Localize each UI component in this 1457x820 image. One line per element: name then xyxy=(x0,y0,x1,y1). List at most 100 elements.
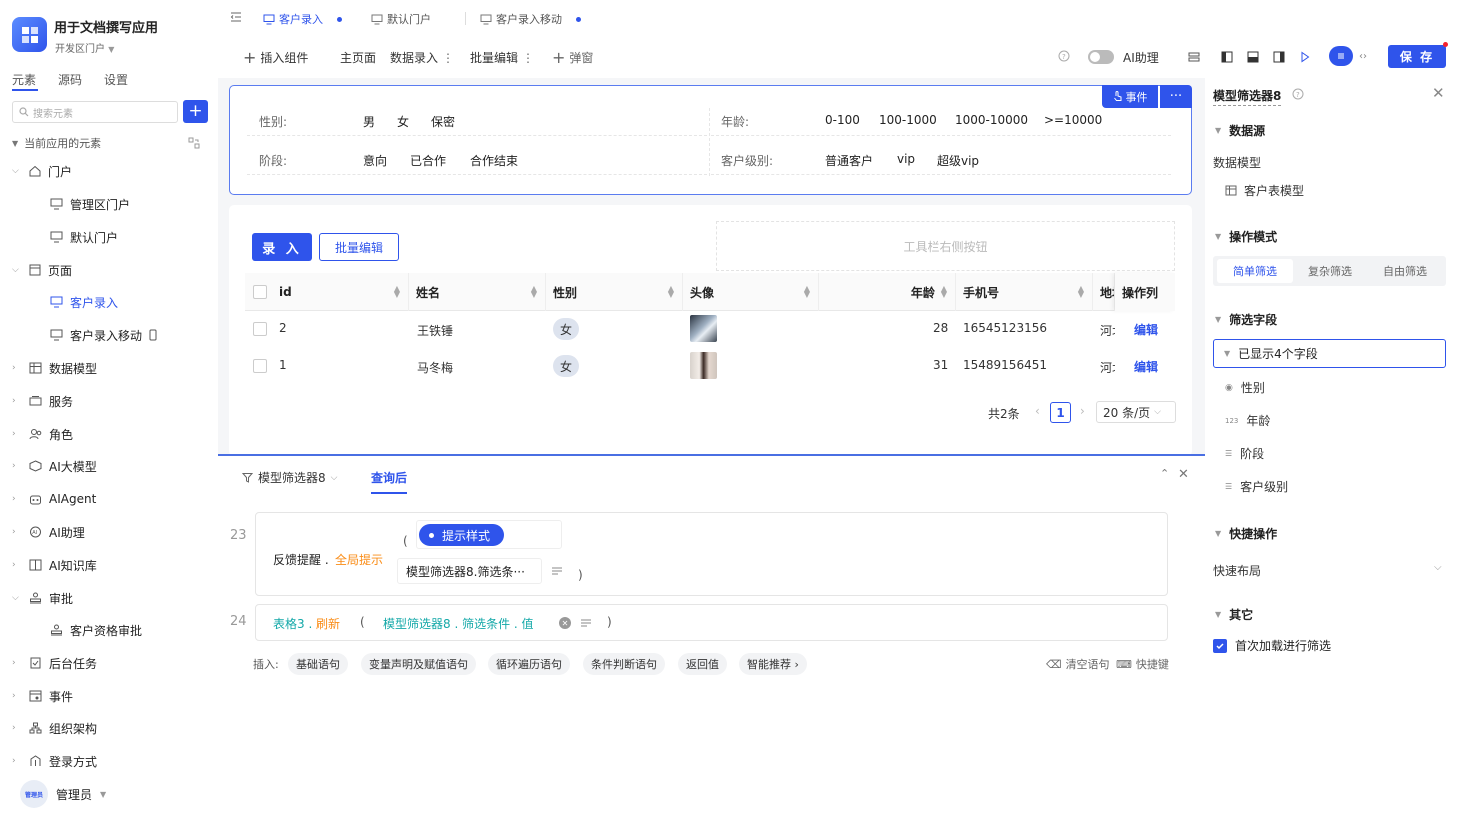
ai-assistant-toggle[interactable] xyxy=(1088,50,1114,64)
batch-edit-button[interactable]: 批量编辑 ⋮ xyxy=(470,49,534,66)
tree-item-background-tasks[interactable]: › 后台任务 xyxy=(12,653,97,673)
column-header-id[interactable]: id ▲ ▼ xyxy=(272,273,409,311)
data-model-value[interactable]: 客户表模型 xyxy=(1225,182,1304,199)
filter-option[interactable]: 保密 xyxy=(431,113,455,130)
insert-component-button[interactable]: + 插入组件 xyxy=(243,49,308,66)
column-header-address[interactable]: 地址 xyxy=(1093,273,1115,311)
code-method-global-tip[interactable]: 全局提示 xyxy=(335,551,383,568)
column-header-phone[interactable]: 手机号 ▲ ▼ xyxy=(956,273,1093,311)
component-title[interactable]: 模型筛选器8 xyxy=(1213,87,1282,106)
filter-option[interactable]: vip xyxy=(897,152,915,166)
locate-icon[interactable] xyxy=(188,137,200,149)
main-page-button[interactable]: 主页面 xyxy=(340,49,376,66)
insert-loop-statement[interactable]: 循环遍历语句 xyxy=(488,653,570,675)
component-selector[interactable]: 模型筛选器8 ⌵ xyxy=(242,469,337,486)
insert-variable-statement[interactable]: 变量声明及赋值语句 xyxy=(361,653,476,675)
tree-item-approval[interactable]: ⌵ 审批 xyxy=(12,588,73,608)
tree-item-login-methods[interactable]: › 登录方式 xyxy=(12,751,97,771)
column-header-gender[interactable]: 性别 ▲ ▼ xyxy=(546,273,683,311)
collapse-panel-icon[interactable]: ⌃ xyxy=(1160,467,1169,480)
section-quick-ops[interactable]: ▼ 快捷操作 xyxy=(1215,525,1277,542)
collapse-sidebar-icon[interactable] xyxy=(230,11,242,23)
code-method-refresh[interactable]: 刷新 xyxy=(316,615,340,632)
field-item-customer-level[interactable]: ☰ 客户级别 xyxy=(1225,478,1288,495)
section-operation-mode[interactable]: ▼ 操作模式 xyxy=(1215,228,1277,245)
tree-item-aiagent[interactable]: › AIAgent xyxy=(12,489,96,509)
tree-item-ai-assistant[interactable]: › AI AI助理 xyxy=(12,522,85,542)
clear-circle-icon[interactable]: ✕ xyxy=(559,617,571,629)
filter-option[interactable]: 意向 xyxy=(363,152,387,169)
code-icon[interactable]: ‹› xyxy=(1359,51,1367,62)
tab-customer-entry-mobile[interactable]: 客户录入移动 xyxy=(480,11,581,27)
shortcut-button[interactable]: ⌨ 快捷键 xyxy=(1116,656,1169,672)
field-item-stage[interactable]: ☰ 阶段 xyxy=(1225,445,1264,462)
column-header-name[interactable]: 姓名 ▲ ▼ xyxy=(409,273,546,311)
first-load-filter-checkbox[interactable]: 首次加载进行筛选 xyxy=(1213,637,1331,654)
data-table-component[interactable]: 录 入 批量编辑 工具栏右侧按钮 id ▲ ▼ 姓名 ▲ ▼ 性别 ▲ ▼ 头像 ▲ ▼ 年龄 ▲… xyxy=(229,205,1192,456)
prev-page-icon[interactable]: ‹ xyxy=(1035,404,1040,418)
filter-option[interactable]: 男 xyxy=(363,113,375,130)
filter-option[interactable]: 普通客户 xyxy=(825,152,873,169)
right-panel-icon[interactable] xyxy=(1273,51,1285,63)
row-checkbox[interactable] xyxy=(253,359,267,373)
help-icon[interactable]: ? xyxy=(1058,50,1070,62)
filter-option[interactable]: 女 xyxy=(397,113,409,130)
sort-icon[interactable]: ▲ ▼ xyxy=(941,285,947,299)
search-input[interactable]: 搜索元素 xyxy=(12,101,178,123)
page-number-current[interactable]: 1 xyxy=(1050,402,1071,423)
layout-icon[interactable] xyxy=(1188,51,1200,63)
next-page-icon[interactable]: › xyxy=(1080,404,1085,418)
sort-icon[interactable]: ▲ ▼ xyxy=(668,285,674,299)
section-data-source[interactable]: ▼ 数据源 xyxy=(1215,122,1265,139)
expression-icon[interactable] xyxy=(580,618,592,628)
filter-option[interactable]: 1000-10000 xyxy=(955,113,1028,127)
tree-item-admin-portal[interactable]: 管理区门户 xyxy=(50,194,130,214)
section-other[interactable]: ▼ 其它 xyxy=(1215,606,1253,623)
mode-free-filter[interactable]: 自由筛选 xyxy=(1367,259,1443,283)
edit-link[interactable]: 编辑 xyxy=(1134,358,1158,375)
clear-statements-button[interactable]: ⌫ 清空语句 xyxy=(1046,656,1110,672)
sidebar-tab-elements[interactable]: 元素 xyxy=(12,71,36,88)
field-item-age[interactable]: 123 年龄 xyxy=(1225,412,1270,429)
sort-icon[interactable]: ▲ ▼ xyxy=(394,285,400,299)
tree-item-ai-model[interactable]: › AI大模型 xyxy=(12,456,97,476)
popup-button[interactable]: + 弹窗 xyxy=(552,49,593,66)
shown-fields-dropdown[interactable]: ▼ 已显示4个字段 xyxy=(1213,339,1446,368)
filter-option[interactable]: 100-1000 xyxy=(879,113,937,127)
filter-option[interactable]: 合作结束 xyxy=(470,152,518,169)
tree-item-events[interactable]: › 事件 xyxy=(12,686,73,706)
param-value-field[interactable]: 模型筛选器8.筛选条··· xyxy=(397,558,542,584)
tree-item-default-portal[interactable]: 默认门户 xyxy=(50,227,118,247)
workspace-switcher[interactable]: 开发区门户 ▼ xyxy=(55,40,114,55)
entry-button[interactable]: 录 入 xyxy=(252,233,312,261)
model-filter-component[interactable]: 事件 ··· 性别: 男 女 保密 年龄: 0-100 100-1000 100… xyxy=(229,85,1192,195)
data-entry-button[interactable]: 数据录入 ⋮ xyxy=(390,49,454,66)
play-icon[interactable] xyxy=(1300,51,1310,63)
tree-item-roles[interactable]: › 角色 xyxy=(12,424,73,444)
tree-item-org[interactable]: › 组织架构 xyxy=(12,718,97,738)
tree-item-customer-entry[interactable]: 客户录入 xyxy=(50,292,118,312)
insert-condition-statement[interactable]: 条件判断语句 xyxy=(583,653,665,675)
preview-toggle-icon[interactable] xyxy=(1329,46,1353,66)
close-icon[interactable]: ✕ xyxy=(1432,84,1445,102)
chevron-down-icon[interactable]: ⌵ xyxy=(1434,562,1442,573)
sort-icon[interactable]: ▲ ▼ xyxy=(531,285,537,299)
current-app-elements-header[interactable]: ▼ 当前应用的元素 xyxy=(12,135,208,151)
tree-item-service[interactable]: › 服务 xyxy=(12,391,73,411)
tree-item-customer-approval[interactable]: 客户资格审批 xyxy=(50,620,142,640)
insert-basic-statement[interactable]: 基础语句 xyxy=(288,653,348,675)
tab-customer-entry[interactable]: 客户录入 xyxy=(263,11,342,27)
mode-simple-filter[interactable]: 简单筛选 xyxy=(1217,259,1293,283)
toolbar-right-slot[interactable]: 工具栏右侧按钮 xyxy=(716,221,1175,271)
filter-option[interactable]: 超级vip xyxy=(937,152,979,169)
close-panel-icon[interactable]: ✕ xyxy=(1178,467,1189,482)
bottom-panel-icon[interactable] xyxy=(1247,51,1259,63)
event-tab-after-query[interactable]: 查询后 xyxy=(371,469,407,486)
tree-item-data-model[interactable]: › 数据模型 xyxy=(12,358,97,378)
code-argument[interactable]: 模型筛选器8 . 筛选条件 . 值 xyxy=(383,615,534,632)
sidebar-tab-source[interactable]: 源码 xyxy=(58,71,82,88)
sidebar-tab-settings[interactable]: 设置 xyxy=(104,71,128,88)
tab-default-portal[interactable]: 默认门户 xyxy=(371,11,431,27)
code-statement-23[interactable] xyxy=(255,512,1168,596)
filter-option[interactable]: >=10000 xyxy=(1044,113,1102,127)
